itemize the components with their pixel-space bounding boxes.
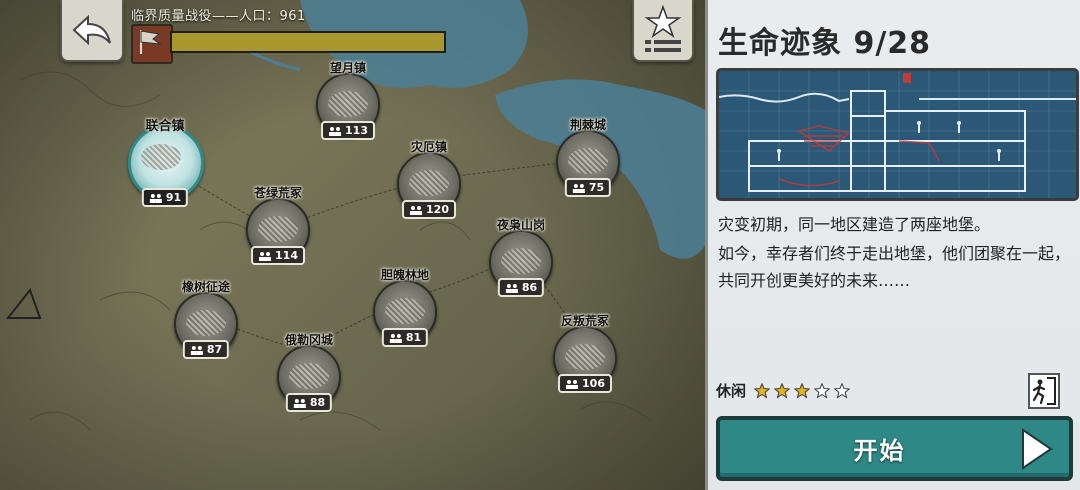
town-marker[interactable]: 望月镇 113 [316, 61, 380, 140]
population-badge: 81 [381, 328, 429, 347]
population-value: 75 [588, 181, 605, 194]
population-badge: 88 [285, 393, 333, 412]
people-icon [566, 379, 579, 389]
people-icon [259, 251, 272, 261]
population-value: 86 [521, 281, 538, 294]
difficulty-label: 休闲 [716, 382, 747, 400]
objectives-button[interactable] [632, 0, 694, 62]
flag-icon [131, 24, 173, 64]
population-value: 81 [405, 331, 422, 344]
town-marker[interactable]: 荆棘城 75 [556, 118, 620, 197]
town-name: 苍绿荒冢 [253, 186, 303, 200]
people-icon [293, 398, 306, 408]
star-list-icon [644, 4, 682, 52]
campaign-title: 临界质量战役——人口：961 [131, 9, 306, 24]
town-name: 俄勒冈城 [284, 333, 334, 347]
exit-button[interactable] [1028, 373, 1060, 409]
population-badge: 114 [251, 246, 305, 265]
town-name: 橡树征途 [181, 280, 231, 294]
star-filled-icon [774, 382, 791, 398]
people-icon [572, 183, 585, 193]
people-icon [190, 345, 203, 355]
play-arrow-icon [1022, 428, 1053, 470]
people-icon [389, 333, 402, 343]
star-empty-icon [814, 382, 831, 398]
population-badge: 113 [321, 121, 375, 140]
town-name: 联合镇 [145, 119, 185, 134]
town-marker[interactable]: 俄勒冈城 88 [277, 333, 341, 412]
people-icon [410, 205, 423, 215]
population-badge: 86 [497, 278, 545, 297]
town-name: 望月镇 [329, 61, 367, 75]
population-badge: 87 [182, 340, 230, 359]
town-marker[interactable]: 胆魄林地 81 [373, 268, 437, 347]
people-icon [149, 193, 162, 203]
start-button[interactable]: 开始 [716, 416, 1073, 481]
town-marker[interactable]: 灾厄镇 120 [397, 140, 461, 219]
town-marker[interactable]: 苍绿荒冢 114 [246, 186, 310, 265]
back-button[interactable] [60, 0, 124, 62]
town-marker[interactable]: 反叛荒冢 106 [553, 314, 617, 393]
scenario-title: 生命迹象 9/28 [718, 26, 932, 61]
difficulty-rating: 休闲 [716, 380, 851, 401]
start-button-label: 开始 [853, 437, 906, 465]
star-filled-icon [754, 382, 771, 398]
town-name: 荆棘城 [569, 118, 607, 132]
population-badge: 120 [402, 200, 456, 219]
scenario-panel: 生命迹象 9/28 灾变初期，同一地区建造了两座地堡。 如今，幸存者们终于走出地… [705, 0, 1080, 490]
exit-door-icon [1032, 377, 1056, 405]
scenario-description-intro: 灾变初期，同一地区建造了两座地堡。 [718, 215, 991, 234]
population-value: 113 [345, 124, 368, 137]
population-badge: 91 [141, 188, 189, 207]
population-badge: 106 [558, 374, 612, 393]
campaign-progress-fill [172, 33, 444, 51]
campaign-map[interactable]: 临界质量战役——人口：961 联合镇 91 望月镇 113 荆棘城 75 灾厄镇… [0, 0, 705, 490]
town-marker[interactable]: 联合镇 91 [128, 119, 204, 207]
town-name: 灾厄镇 [410, 140, 448, 154]
star-empty-icon [834, 382, 851, 398]
town-marker[interactable]: 橡树征途 87 [174, 280, 238, 359]
population-value: 88 [309, 396, 326, 409]
star-filled-icon [794, 382, 811, 398]
population-badge: 75 [564, 178, 612, 197]
population-value: 87 [206, 343, 223, 356]
population-value: 114 [275, 249, 298, 262]
scenario-preview-image [716, 68, 1079, 201]
people-icon [329, 126, 342, 136]
population-value: 120 [426, 203, 449, 216]
town-marker[interactable]: 夜枭山岗 86 [489, 218, 553, 297]
campaign-progress-bar [170, 31, 446, 53]
town-name: 胆魄林地 [380, 268, 430, 282]
scenario-description-body: 如今，幸存者们终于走出地堡，他们团聚在一起，共同开创更美好的未来…… [718, 244, 1071, 290]
town-name: 反叛荒冢 [560, 314, 610, 328]
people-icon [505, 283, 518, 293]
population-value: 91 [165, 191, 182, 204]
back-arrow-icon [72, 14, 111, 46]
town-name: 夜枭山岗 [496, 218, 546, 232]
population-value: 106 [582, 377, 605, 390]
